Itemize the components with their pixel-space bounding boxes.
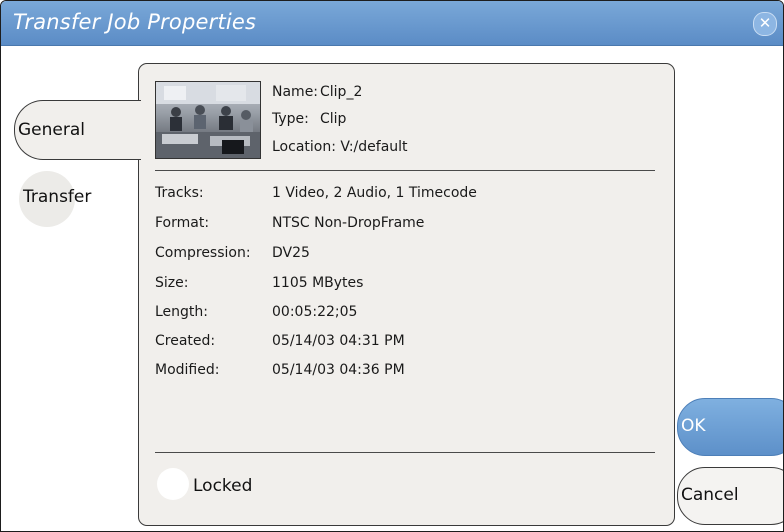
clip-name-label: Name: xyxy=(272,84,319,100)
classroom-thumbnail-image xyxy=(156,82,260,158)
clip-location-value: V:/default xyxy=(340,139,408,155)
tab-transfer[interactable]: Transfer xyxy=(19,171,91,227)
property-value: 05/14/03 04:36 PM xyxy=(272,362,405,378)
property-value: 00:05:22;05 xyxy=(272,304,358,320)
property-label: Length: xyxy=(155,304,209,320)
property-label: Size: xyxy=(155,275,189,291)
header-divider xyxy=(155,170,655,171)
clip-location-row: Location: V:/default xyxy=(272,139,408,155)
locked-toggle[interactable] xyxy=(157,468,189,500)
tab-general-label: General xyxy=(18,120,85,140)
cancel-button-label: Cancel xyxy=(681,485,739,505)
clip-location-label: Location: xyxy=(272,139,336,155)
clip-type-label: Type: xyxy=(272,111,309,127)
property-value: NTSC Non-DropFrame xyxy=(272,215,425,231)
ok-button[interactable]: OK xyxy=(677,398,783,456)
cancel-button[interactable]: Cancel xyxy=(677,467,783,525)
title-bar: Transfer Job Properties ✕ xyxy=(1,1,783,46)
tab-general[interactable]: General xyxy=(14,100,141,160)
ok-button-label: OK xyxy=(681,416,706,436)
close-icon[interactable]: ✕ xyxy=(753,12,777,36)
property-label: Created: xyxy=(155,333,216,349)
clip-name-row: Name: Clip_2 xyxy=(272,84,362,100)
property-label: Format: xyxy=(155,215,210,231)
property-value: DV25 xyxy=(272,245,310,261)
clip-thumbnail xyxy=(155,81,261,159)
property-label: Modified: xyxy=(155,362,220,378)
property-value: 1105 MBytes xyxy=(272,275,364,291)
dialog-title: Transfer Job Properties xyxy=(13,10,257,34)
property-label: Tracks: xyxy=(155,185,204,201)
clip-name-value: Clip_2 xyxy=(320,84,363,100)
property-value: 05/14/03 04:31 PM xyxy=(272,333,405,349)
clip-type-row: Type: Clip xyxy=(272,111,346,127)
clip-type-value: Clip xyxy=(320,111,347,127)
locked-label: Locked xyxy=(193,476,253,496)
footer-divider xyxy=(155,452,655,453)
property-label: Compression: xyxy=(155,245,251,261)
tab-transfer-label: Transfer xyxy=(23,187,92,207)
property-value: 1 Video, 2 Audio, 1 Timecode xyxy=(272,185,477,201)
properties-dialog: Transfer Job Properties ✕ General Transf… xyxy=(0,0,784,532)
